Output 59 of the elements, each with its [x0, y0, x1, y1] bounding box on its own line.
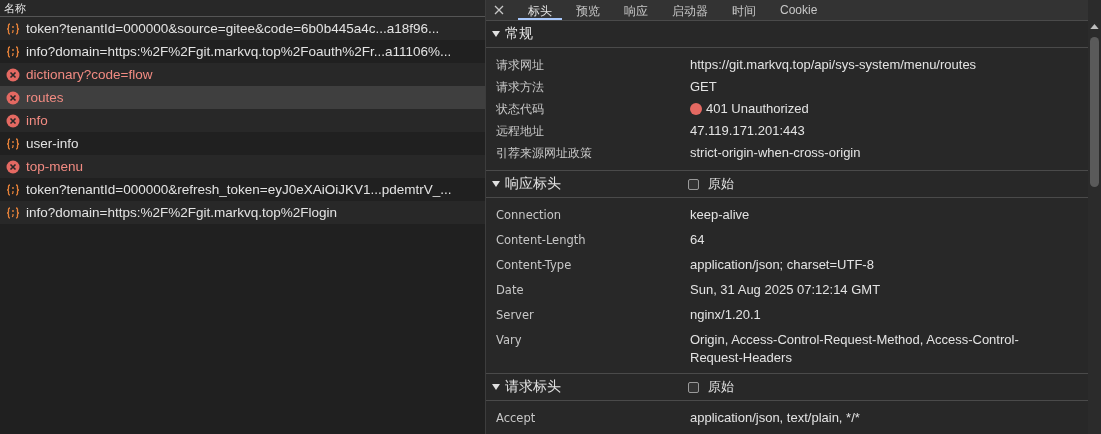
request-row[interactable]: top-menu	[0, 155, 485, 178]
error-icon	[6, 67, 20, 82]
braces-icon	[6, 21, 20, 36]
field-value: https://git.markvq.top/api/sys-system/menu/routes	[690, 56, 977, 74]
section-toggle[interactable]: 常规	[486, 25, 688, 43]
section-toggle[interactable]: 请求标头	[486, 378, 688, 396]
field-name: Content-Type	[495, 257, 573, 274]
expanded-triangle-icon	[492, 180, 500, 188]
field-name: Vary	[495, 332, 523, 349]
field-name: 引荐来源网址政策	[495, 145, 593, 162]
request-row[interactable]: info?domain=https:%2F%2Fgit.markvq.top%2Flogin	[0, 201, 485, 224]
column-header[interactable]: 名称	[4, 0, 26, 16]
error-icon	[6, 90, 20, 105]
field-value: nginx/1.20.1	[690, 306, 761, 324]
request-row[interactable]: routes	[0, 86, 485, 109]
error-icon	[6, 159, 20, 174]
raw-label[interactable]: 原始	[708, 175, 734, 193]
field-value: strict-origin-when-cross-origin	[690, 144, 861, 162]
scroll-up-icon[interactable]	[1090, 24, 1099, 29]
field-name: 请求网址	[495, 57, 545, 74]
status-dot	[690, 103, 702, 115]
field-value: application/json; charset=UTF-8	[690, 256, 874, 274]
braces-icon	[6, 136, 20, 151]
field-value: 47.119.171.201:443	[690, 122, 805, 140]
field-name: 状态代码	[495, 101, 545, 118]
raw-label[interactable]: 原始	[708, 378, 734, 396]
braces-icon	[6, 205, 20, 220]
request-row[interactable]: token?tenantId=000000&source=gitee&code=6b0b445a4c...a18f96...	[0, 17, 485, 40]
field-value: Origin, Access-Control-Request-Method, Access-Control-Request-Headers	[690, 331, 1020, 367]
error-icon	[6, 113, 20, 128]
field-value: GET	[690, 78, 717, 96]
field-name: Server	[495, 307, 535, 324]
tab[interactable]: 预览	[566, 0, 610, 20]
tab[interactable]: 启动器	[662, 0, 718, 20]
checkbox[interactable]	[688, 178, 699, 190]
close-icon[interactable]	[494, 5, 504, 15]
field-name: Content-Length	[495, 232, 587, 249]
expanded-triangle-icon	[492, 30, 500, 38]
field-name: 请求方法	[495, 79, 545, 96]
field-value: keep-alive	[690, 206, 750, 224]
field-value: Sun, 31 Aug 2025 07:12:14 GMT	[690, 281, 881, 299]
field-value: 64	[690, 231, 705, 249]
braces-icon	[6, 44, 20, 59]
braces-icon	[6, 182, 20, 197]
field-name: Accept	[495, 410, 537, 427]
section-toggle[interactable]: 响应标头	[486, 175, 688, 193]
request-row[interactable]: info	[0, 109, 485, 132]
field-name: Connection	[495, 207, 563, 224]
checkbox[interactable]	[688, 381, 699, 393]
scrollbar-thumb[interactable]	[1090, 37, 1099, 187]
tab[interactable]: 响应	[614, 0, 658, 20]
expanded-triangle-icon	[492, 383, 500, 391]
field-value: application/json, text/plain, */*	[690, 409, 860, 427]
request-row[interactable]: dictionary?code=flow	[0, 63, 485, 86]
field-name: 远程地址	[495, 123, 545, 140]
field-value: 401 Unauthorized	[706, 100, 809, 118]
tab[interactable]: 时间	[722, 0, 766, 20]
field-name: Date	[495, 282, 525, 299]
tab[interactable]: Cookie	[770, 0, 828, 20]
